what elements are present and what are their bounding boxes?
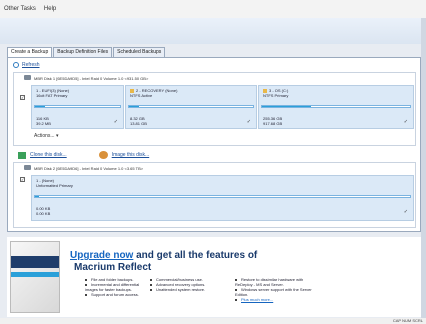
status-bar: CAP NUM SCRL — [0, 318, 426, 324]
refresh-icon — [13, 62, 19, 68]
upgrade-title: Upgrade now and get all the features of — [70, 250, 258, 261]
menu-other-tasks[interactable]: Other Tasks — [4, 6, 36, 12]
right-scroll-area — [421, 18, 426, 318]
image-disk-icon — [98, 151, 108, 159]
refresh-label: Refresh — [22, 62, 40, 68]
feature-item: Restore to dissimilar hardware with ReDe… — [235, 277, 304, 287]
feature-item: Plus much more... — [235, 297, 315, 302]
toolbar-band — [0, 18, 426, 44]
upgrade-now-link[interactable]: Upgrade now — [70, 250, 133, 261]
partition-usage-bar — [261, 105, 411, 108]
feature-item: Windows server support with the Server E… — [235, 287, 312, 297]
partition-usage-bar — [34, 195, 411, 198]
plus-much-more-link[interactable]: Plus much more... — [241, 297, 273, 302]
menu-help[interactable]: Help — [44, 6, 56, 12]
partition-total: 0.00 KB — [36, 211, 51, 216]
tab-bar: Create a Backup Backup Definition Files … — [7, 47, 166, 57]
upgrade-banner: Upgrade now and get all the features of … — [7, 237, 421, 317]
partition-checkbox[interactable]: ✓ — [404, 119, 408, 125]
disk-2: MBR Disk 2 [6E5DA9D6] - Intel Raid 0 Vol… — [13, 162, 416, 228]
tab-create-backup[interactable]: Create a Backup — [7, 47, 53, 57]
menu-bar: Other Tasks Help — [0, 0, 426, 18]
box-stripe-accent — [11, 272, 59, 277]
disk-panel: Refresh MBR Disk 1 [6E5DA9D5] - Intel Ra… — [7, 57, 421, 232]
partition-checkbox[interactable]: ✓ — [404, 209, 408, 215]
partition-usage-fill — [35, 106, 46, 107]
image-disk-link[interactable]: Image this disk... — [112, 152, 150, 158]
partition-checkbox[interactable]: ✓ — [114, 119, 118, 125]
partition-fs: 16cit FAT Primary — [36, 93, 68, 98]
partition-unformatted[interactable]: 1 - (None) Unformatted Primary 0.00 KB 0… — [31, 175, 414, 221]
disk-1-links: Clone this disk... Image this disk... — [18, 151, 149, 159]
partition-fs: Unformatted Primary — [36, 183, 73, 188]
disk-1-checkbox[interactable]: ✓ — [20, 95, 25, 100]
box-stripe — [11, 256, 59, 268]
feature-item: Support and forum access. — [85, 292, 145, 297]
feature-item: Incremental and differential images for … — [85, 282, 140, 292]
partition-usage-bar — [128, 105, 254, 108]
hard-disk-icon — [24, 75, 31, 80]
partition-usage-bar — [34, 105, 121, 108]
partition-3[interactable]: 3 - OS (C:) NTFS Primary 255.36 GB 917.6… — [258, 85, 414, 129]
clone-disk-icon — [18, 151, 26, 159]
partition-2[interactable]: 2 - RECOVERY (None) NTFS Active 8.32 GB … — [125, 85, 257, 129]
product-name: Macrium Reflect — [74, 262, 152, 273]
disk-2-title: MBR Disk 2 [6E5DA9D6] - Intel Raid 0 Vol… — [34, 166, 144, 171]
disk-1-title: MBR Disk 1 [6E5DA9D5] - Intel Raid 0 Vol… — [34, 76, 149, 81]
tab-backup-definition-files[interactable]: Backup Definition Files — [53, 47, 113, 57]
partition-total: 39.2 MB — [36, 121, 51, 126]
partition-fs: NTFS Active — [130, 93, 153, 98]
disk-1: MBR Disk 1 [6E5DA9D5] - Intel Raid 0 Vol… — [13, 72, 416, 146]
feature-column-3: Restore to dissimilar hardware with ReDe… — [235, 277, 315, 302]
feature-column-2: Commercial/business use. Advanced recove… — [150, 277, 210, 292]
partition-usage-fill — [35, 196, 39, 197]
partition-usage-fill — [262, 106, 311, 107]
tab-scheduled-backups[interactable]: Scheduled Backups — [113, 47, 166, 57]
feature-item: Unattended system restore. — [150, 287, 210, 292]
partition-usage-fill — [129, 106, 139, 107]
disk-2-checkbox[interactable]: ✓ — [20, 177, 25, 182]
feature-column-1: File and folder backups. Incremental and… — [85, 277, 145, 297]
actions-menu[interactable]: Actions... ▾ — [34, 133, 58, 139]
partition-total: 917.68 GB — [263, 121, 283, 126]
partition-1[interactable]: 1 - EUFI(3) (None) 16cit FAT Primary 116… — [31, 85, 124, 129]
partition-total: 13.81 GB — [130, 121, 147, 126]
clone-disk-link[interactable]: Clone this disk... — [30, 152, 67, 158]
partition-checkbox[interactable]: ✓ — [247, 119, 251, 125]
refresh-link[interactable]: Refresh — [13, 62, 40, 68]
product-box-image — [10, 241, 60, 313]
hard-disk-icon — [24, 165, 31, 170]
partition-fs: NTFS Primary — [263, 93, 289, 98]
